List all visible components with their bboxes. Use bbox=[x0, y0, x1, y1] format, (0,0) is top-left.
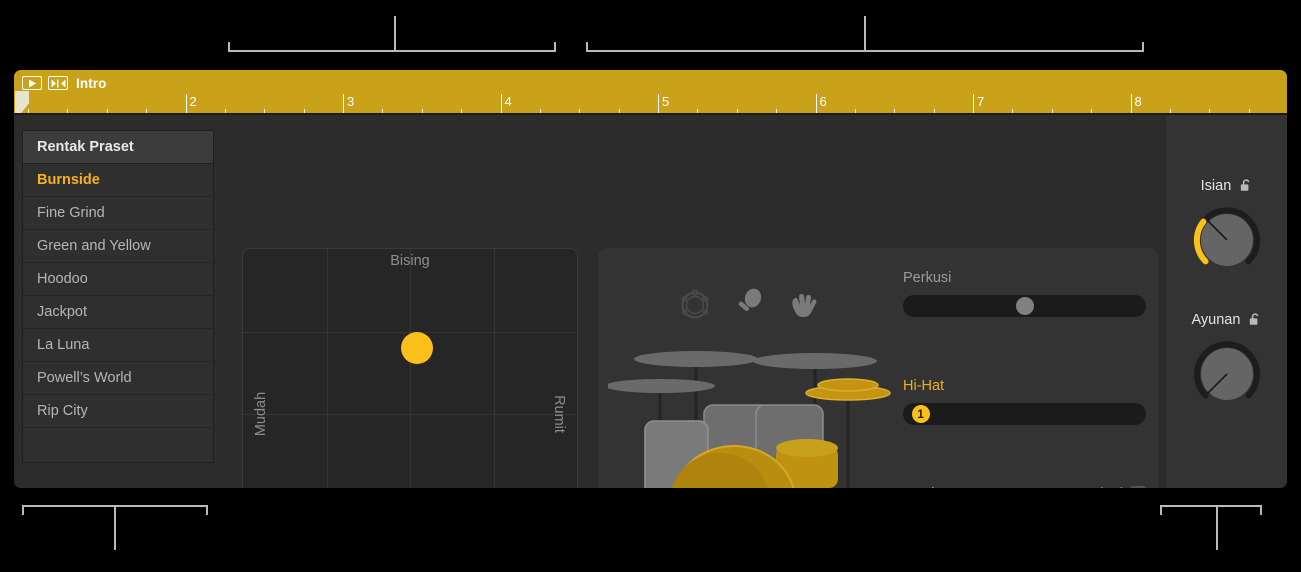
knob-title-ayunan: Ayunan bbox=[1166, 312, 1287, 330]
slider-group-1: Hi-Hat 1 bbox=[903, 378, 1146, 425]
bar-number: 7 bbox=[977, 94, 985, 109]
region-title-bar: Intro bbox=[22, 73, 107, 93]
bar-number: 4 bbox=[504, 94, 512, 109]
slider-label: Hi-Hat bbox=[903, 378, 945, 394]
knob-column: Isian Ayunan bbox=[1166, 115, 1287, 488]
hand-clap-icon[interactable] bbox=[786, 288, 818, 325]
region-loop-icon[interactable] bbox=[48, 76, 68, 90]
preset-rows: Burnside Fine Grind Green and Yellow Hoodoo… bbox=[23, 164, 213, 428]
bar-number: 2 bbox=[189, 94, 197, 109]
slider-track[interactable]: 1 bbox=[903, 403, 1146, 425]
bar-number: 8 bbox=[1134, 94, 1142, 109]
bar-number: 5 bbox=[662, 94, 670, 109]
knob-title-isian: Isian bbox=[1166, 178, 1287, 196]
timeline-ruler[interactable]: Intro 2 3 4 5 6 7 8 bbox=[14, 70, 1287, 115]
bar-number: 6 bbox=[819, 94, 827, 109]
xy-label-left: Mudah bbox=[253, 391, 269, 437]
hihat-cymbal bbox=[805, 378, 891, 401]
slider-group-0: Perkusi bbox=[903, 270, 1146, 317]
slider-track[interactable] bbox=[903, 295, 1146, 317]
preset-list-header: Rentak Praset bbox=[23, 131, 213, 164]
knob-isian[interactable] bbox=[1190, 203, 1264, 277]
xy-pad[interactable]: Bising Lembut Mudah Rumit bbox=[242, 248, 578, 488]
maraca-icon[interactable] bbox=[734, 288, 764, 325]
plugin-body: Rentak Praset Burnside Fine Grind Green an… bbox=[14, 115, 1287, 488]
slider-handle[interactable] bbox=[1015, 297, 1034, 315]
xy-label-top: Bising bbox=[390, 253, 430, 269]
slider-handle[interactable]: 1 bbox=[911, 405, 930, 423]
slider-label: Perkusi bbox=[903, 270, 952, 286]
unlocked-padlock-icon[interactable] bbox=[1240, 179, 1252, 196]
knob-ayunan[interactable] bbox=[1190, 337, 1264, 411]
xy-pad-surface[interactable]: Bising Lembut Mudah Rumit bbox=[242, 248, 578, 488]
xy-pad-puck[interactable] bbox=[400, 332, 433, 364]
unlocked-padlock-icon[interactable] bbox=[1249, 313, 1261, 330]
preset-item[interactable]: Fine Grind bbox=[23, 197, 213, 230]
follow-label: Ikuti bbox=[1096, 486, 1123, 488]
follow-toggle-group: Ikuti bbox=[1096, 486, 1146, 488]
preset-item[interactable]: Jackpot bbox=[23, 296, 213, 329]
play-icon[interactable] bbox=[22, 76, 42, 90]
drummer-plugin-window: Intro 2 3 4 5 6 7 8 Rentak Praset Burnside Fine… bbox=[14, 70, 1287, 488]
preset-item[interactable]: La Luna bbox=[23, 329, 213, 362]
preset-list[interactable]: Rentak Praset Burnside Fine Grind Green an… bbox=[22, 130, 214, 463]
preset-item[interactable]: Powell’s World bbox=[23, 362, 213, 395]
tambourine-icon[interactable] bbox=[678, 287, 712, 326]
preset-item[interactable]: Hoodoo bbox=[23, 263, 213, 296]
ruler-ticks: 2 3 4 5 6 7 8 bbox=[14, 94, 1287, 115]
preset-item[interactable]: Rip City bbox=[23, 395, 213, 428]
region-title: Intro bbox=[76, 75, 107, 91]
percussion-icon-row bbox=[678, 286, 818, 326]
drum-kit-panel: Perkusi Hi-Hat 1 Tendang & GetarIkuti bbox=[598, 248, 1158, 488]
xy-label-right: Rumit bbox=[551, 395, 567, 433]
follow-checkbox[interactable] bbox=[1130, 486, 1146, 488]
slider-group-2: Tendang & GetarIkuti bbox=[903, 486, 1146, 488]
preset-item[interactable]: Green and Yellow bbox=[23, 230, 213, 263]
bar-number: 3 bbox=[347, 94, 355, 109]
drum-kit-illustration bbox=[605, 333, 908, 488]
preset-item[interactable]: Burnside bbox=[23, 164, 213, 197]
